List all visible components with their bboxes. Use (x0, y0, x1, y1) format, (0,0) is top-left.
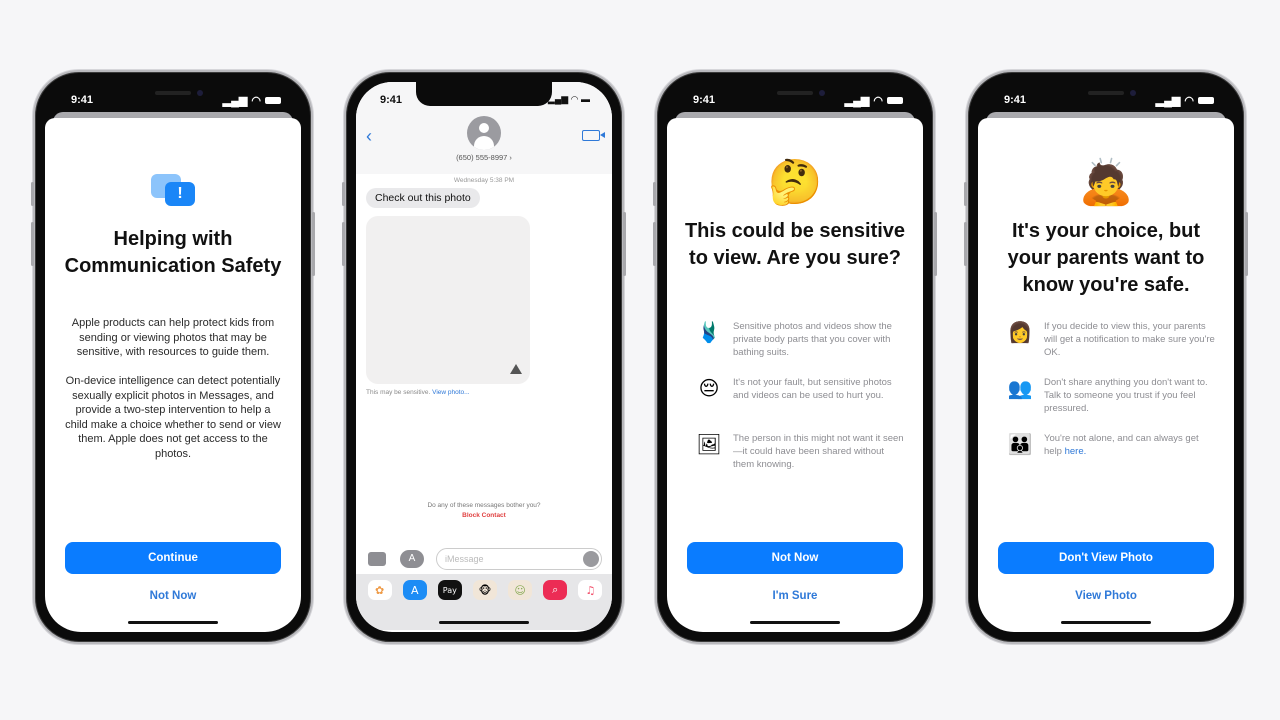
warning-screen: 🤔 This could be sensitive to view. Are y… (667, 118, 923, 632)
search-images-icon[interactable]: ⌕ (543, 580, 568, 600)
volume-up-button (31, 222, 34, 266)
wifi-icon: ◠ (251, 95, 261, 107)
apple-pay-icon[interactable]: Pay (437, 580, 462, 600)
continue-button[interactable]: Continue (65, 542, 281, 574)
family-icon: 👪 (1007, 432, 1033, 456)
battery-icon (265, 97, 281, 104)
signal-icon: ▂▄▆ (222, 95, 248, 107)
dont-view-photo-button[interactable]: Don't View Photo (998, 542, 1214, 574)
camera-icon[interactable] (368, 552, 386, 566)
memoji-icon[interactable]: ☺ (508, 580, 533, 600)
intro-title: Helping with Communication Safety (64, 228, 282, 277)
sensitive-note: This may be sensitive. View photo... (366, 389, 470, 396)
app-store-icon[interactable]: A (402, 580, 427, 600)
warning-title: This could be sensitive to view. Are you… (684, 220, 906, 269)
battery-icon (887, 97, 903, 104)
message-bubble: Check out this photo (366, 188, 480, 208)
status-time: 9:41 (380, 94, 403, 106)
phone-parents: 9:41 ▂▄▆ ◠ 🙇 It's your choice, but your p… (964, 70, 1248, 644)
phone-intro: 9:41 ▂▄▆ ◠ ! Helping with Communication S… (31, 70, 315, 644)
thinking-face-icon: 🤔 (767, 157, 823, 208)
signal-icon: ▂▄▆ (844, 95, 870, 107)
chat-warning-icon: ! (151, 174, 197, 210)
intro-paragraph-1: Apple products can help protect kids fro… (71, 317, 275, 358)
bother-prompt: Do any of these messages bother you? (427, 502, 541, 509)
info-row: 👥 Don't share anything you don't want to.… (1007, 376, 1208, 414)
status-time: 9:41 (71, 94, 94, 106)
view-photo-link[interactable]: View Photo (978, 590, 1234, 602)
side-button (342, 182, 345, 206)
help-here-link[interactable]: here. (1065, 446, 1087, 457)
status-bar: 9:41 ▂▄▆ ◠ (657, 86, 933, 107)
side-button (653, 182, 656, 206)
pensive-face-icon: 😔 (698, 376, 720, 400)
music-icon[interactable]: ♫ (578, 580, 603, 600)
volume-up-button (653, 222, 656, 266)
bowing-person-icon: 🙇 (1078, 157, 1134, 208)
info-row: 🩱 Sensitive photos and videos show the pr… (696, 320, 892, 358)
wifi-icon: ◠ (1184, 95, 1194, 107)
status-bar: 9:41 ▂▄▆ ◠ (35, 86, 311, 107)
info-row: 🖼 The person in this might not want it se… (696, 432, 904, 470)
blurred-photo[interactable] (366, 216, 530, 384)
audio-icon[interactable] (583, 551, 599, 567)
app-store-button-icon[interactable]: A (400, 550, 424, 568)
phone-messages: 9:41 ▂▄▆ ◠ ▬ ‹ (650) 555-8997 › Wednesda… (342, 70, 626, 644)
power-button (623, 212, 626, 276)
photos-app-icon[interactable]: ✿ (367, 580, 392, 600)
power-button (312, 212, 315, 276)
warning-icon (510, 364, 522, 374)
side-button (964, 182, 967, 206)
swimsuit-icon: 🩱 (696, 320, 722, 344)
intro-paragraph-2: On-device intelligence can detect potent… (65, 375, 281, 460)
side-button (31, 182, 34, 206)
home-indicator (128, 621, 218, 624)
intro-screen: ! Helping with Communication Safety Appl… (45, 118, 301, 632)
info-row: 😔 It's not your fault, but sensitive phot… (695, 376, 905, 402)
messages-screen: 9:41 ▂▄▆ ◠ ▬ ‹ (650) 555-8997 › Wednesda… (356, 82, 612, 632)
home-indicator (750, 621, 840, 624)
power-button (1245, 212, 1248, 276)
battery-icon (1198, 97, 1214, 104)
home-indicator (439, 621, 529, 624)
picture-faces-icon: 🖼 (696, 432, 722, 456)
wifi-icon: ◠ (873, 95, 883, 107)
status-bar: 9:41 ▂▄▆ ◠ (968, 86, 1244, 107)
parents-title: It's your choice, but your parents want … (1007, 220, 1205, 296)
not-now-button[interactable]: Not Now (687, 542, 903, 574)
parents-screen: 🙇 It's your choice, but your parents wan… (978, 118, 1234, 632)
status-time: 9:41 (1004, 94, 1027, 106)
volume-up-button (342, 222, 345, 266)
im-sure-link[interactable]: I'm Sure (667, 590, 923, 602)
home-indicator (1061, 621, 1151, 624)
phone-warning: 9:41 ▂▄▆ ◠ 🤔 This could be sensitive to v… (653, 70, 937, 644)
imessage-input[interactable]: iMessage (436, 548, 602, 570)
parent-notification-icon: 👩 (1007, 320, 1033, 344)
trust-people-icon: 👥 (1007, 376, 1033, 400)
signal-icon: ▂▄▆ (1155, 95, 1181, 107)
info-row: 👪 You're not alone, and can always get he… (1007, 432, 1199, 457)
info-row: 👩 If you decide to view this, your parent… (1007, 320, 1215, 358)
status-time: 9:41 (693, 94, 716, 106)
not-now-link[interactable]: Not Now (45, 590, 301, 602)
status-icons: ▂▄▆ ◠ ▬ (547, 94, 590, 104)
volume-up-button (964, 222, 967, 266)
message-timestamp: Wednesday 5:38 PM (453, 177, 515, 184)
block-contact-link[interactable]: Block Contact (356, 512, 612, 519)
power-button (934, 212, 937, 276)
view-photo-link[interactable]: View photo... (432, 389, 469, 396)
memoji-monkey-icon[interactable]: 🐵 (472, 580, 497, 600)
compose-row: A iMessage (356, 548, 612, 572)
